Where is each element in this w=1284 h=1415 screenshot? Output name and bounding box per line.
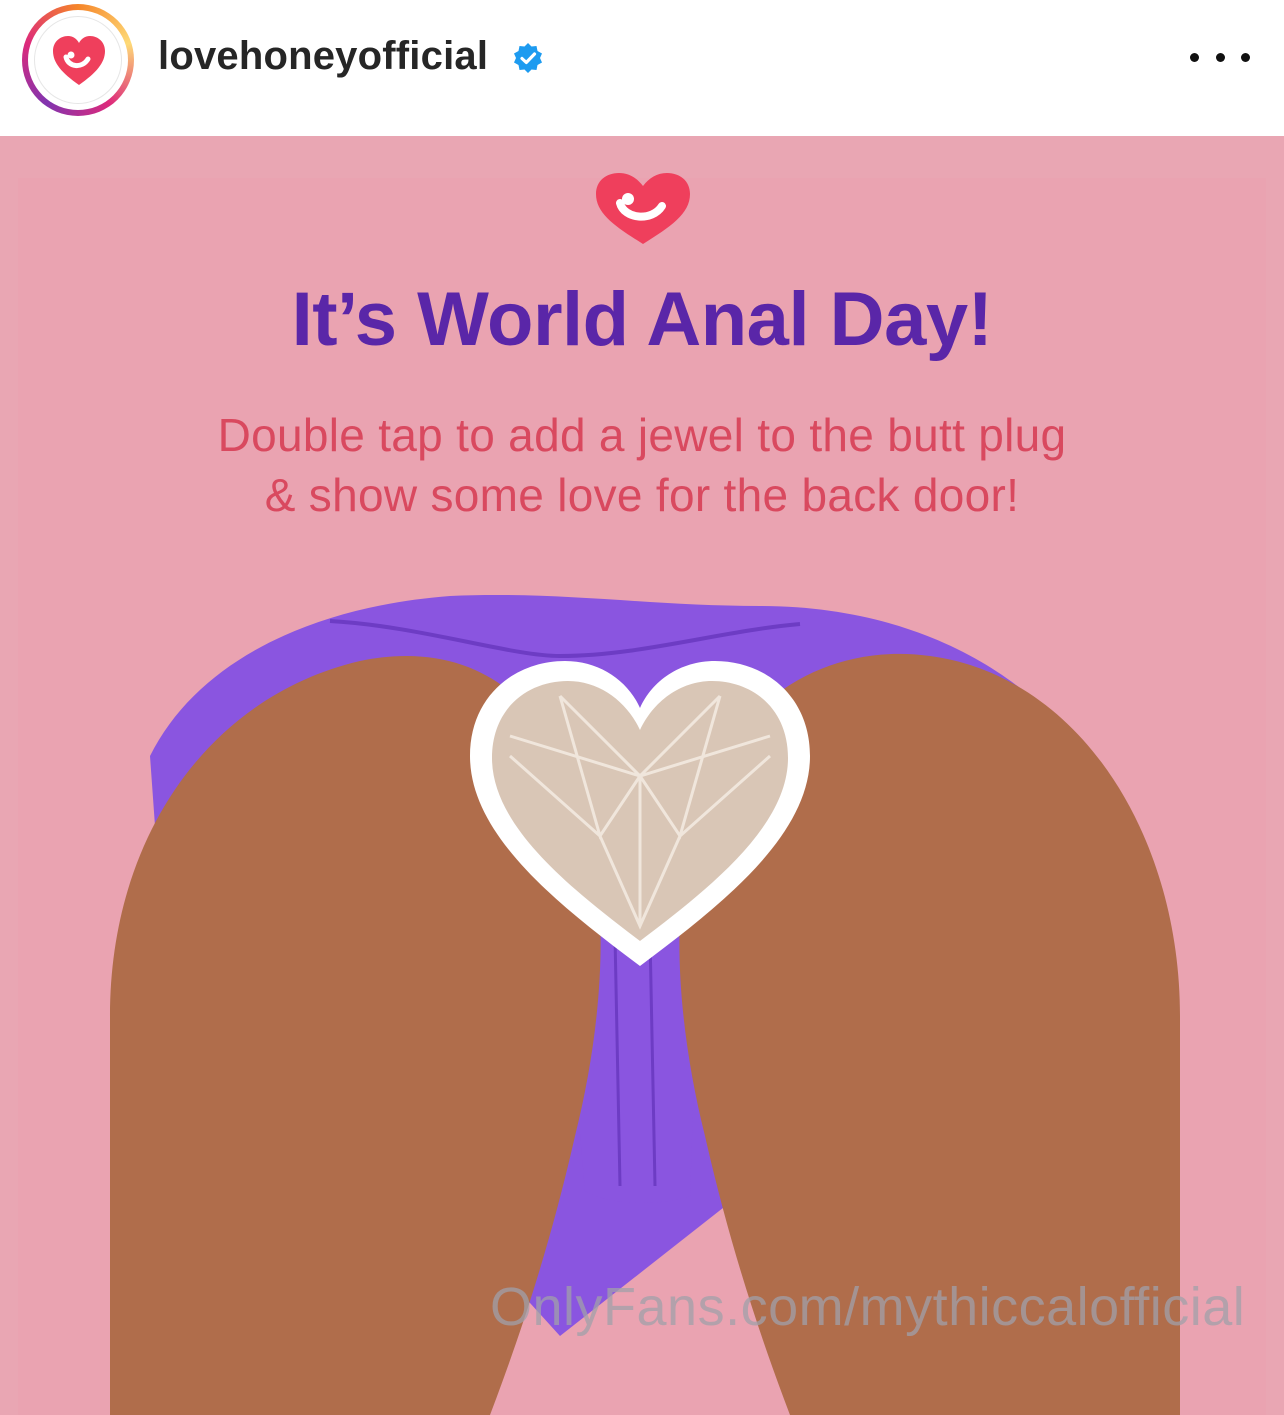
butt-plug-illustration [110, 594, 1180, 1415]
verified-badge-icon [512, 42, 544, 79]
avatar[interactable] [22, 4, 134, 116]
more-options-icon[interactable] [1190, 40, 1250, 74]
post-image[interactable]: It’s World Anal Day! Double tap to add a… [0, 136, 1284, 1415]
lovehoney-heart-logo-icon [34, 16, 122, 104]
username[interactable]: lovehoneyofficial [158, 34, 488, 79]
post-header: lovehoneyofficial [0, 0, 1284, 136]
watermark-text: OnlyFans.com/mythiccalofficial [490, 1277, 1246, 1337]
